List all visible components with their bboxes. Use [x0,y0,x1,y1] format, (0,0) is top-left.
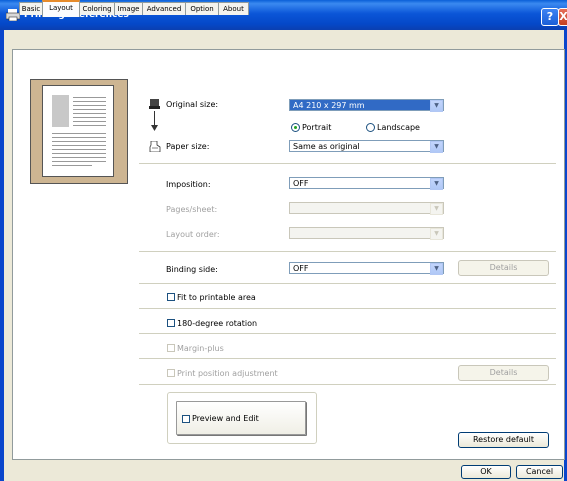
section-divider [139,384,556,385]
section-divider [139,358,556,359]
preview-text-line [73,97,106,98]
portrait-radio[interactable] [291,123,300,132]
imposition-value: OFF [293,179,309,188]
paper-size-select[interactable]: Same as original ▼ [289,140,444,153]
ok-button[interactable]: OK [461,465,511,479]
preview-text-line [52,161,106,162]
paper-size-value: Same as original [293,142,360,151]
section-divider [139,283,556,284]
original-size-select[interactable]: A4 210 x 297 mm ▼ [289,99,444,112]
section-divider [139,308,556,309]
window-frame-left [0,30,4,481]
portrait-label: Portrait [302,123,332,132]
section-divider [139,333,556,334]
landscape-radio[interactable] [366,123,375,132]
preview-text-line [73,117,106,118]
help-button[interactable]: ? [541,8,559,26]
dropdown-arrow-icon[interactable]: ▼ [430,100,443,112]
preview-and-edit-button[interactable]: Preview and Edit [176,401,306,435]
tab-about[interactable]: About [218,2,249,15]
tab-advanced[interactable]: Advanced [142,2,186,15]
close-button[interactable]: X [558,8,567,26]
dropdown-arrow-icon: ▼ [430,203,443,215]
tab-basic[interactable]: Basic [19,2,43,15]
fit-to-printable-label: Fit to printable area [177,293,256,302]
preview-text-line [73,113,106,114]
print-position-details-button[interactable]: Details [458,365,549,381]
binding-side-value: OFF [293,264,309,273]
preview-text-line [73,109,106,110]
preview-and-edit-checkbox[interactable] [182,415,190,423]
down-arrow-icon [151,111,158,131]
paper-icon [149,141,161,152]
preview-text-line [52,153,106,154]
cancel-button[interactable]: Cancel [516,465,563,479]
original-size-value: A4 210 x 297 mm [293,101,365,110]
binding-details-button[interactable]: Details [458,260,549,276]
imposition-label: Imposition: [166,180,211,189]
tab-image[interactable]: Image [114,2,143,15]
section-divider [139,251,556,252]
preview-text-line [52,157,106,158]
binding-side-label: Binding side: [166,265,218,274]
restore-default-button[interactable]: Restore default [458,432,549,448]
layout-order-label: Layout order: [166,230,220,239]
binding-side-select[interactable]: OFF ▼ [289,262,444,275]
paper-size-label: Paper size: [166,142,210,151]
radio-selected-dot [294,126,297,129]
rotation-checkbox[interactable] [167,319,175,327]
tab-layout[interactable]: Layout [42,0,80,17]
dropdown-arrow-icon[interactable]: ▼ [430,141,443,153]
preview-text-line [52,141,106,142]
margin-plus-checkbox[interactable] [167,344,175,352]
section-divider [139,163,556,164]
preview-text-line [73,105,106,106]
preview-text-line [52,165,92,166]
original-printer-icon [149,99,160,109]
pages-sheet-label: Pages/sheet: [166,205,218,214]
tab-option[interactable]: Option [185,2,219,15]
preview-text-line [73,125,106,126]
dropdown-arrow-icon[interactable]: ▼ [430,263,443,275]
preview-image-block [52,95,69,127]
imposition-select[interactable]: OFF ▼ [289,177,444,190]
preview-text-line [73,101,106,102]
preview-text-line [52,145,106,146]
preview-text-line [52,149,106,150]
layout-order-select[interactable]: ▼ [289,227,444,240]
preview-text-line [52,133,106,134]
fit-to-printable-checkbox[interactable] [167,293,175,301]
preview-text-line [73,121,106,122]
original-size-label: Original size: [166,100,219,109]
print-position-checkbox[interactable] [167,369,175,377]
tab-coloring[interactable]: Coloring [79,2,115,15]
rotation-label: 180-degree rotation [177,319,258,328]
printer-app-icon [6,9,20,21]
dropdown-arrow-icon: ▼ [430,228,443,240]
preview-and-edit-label: Preview and Edit [192,414,259,423]
landscape-label: Landscape [377,123,420,132]
dropdown-arrow-icon[interactable]: ▼ [430,178,443,190]
margin-plus-label: Margin-plus [177,344,224,353]
print-position-label: Print position adjustment [177,369,278,378]
pages-sheet-select[interactable]: ▼ [289,202,444,215]
preview-text-line [52,137,106,138]
